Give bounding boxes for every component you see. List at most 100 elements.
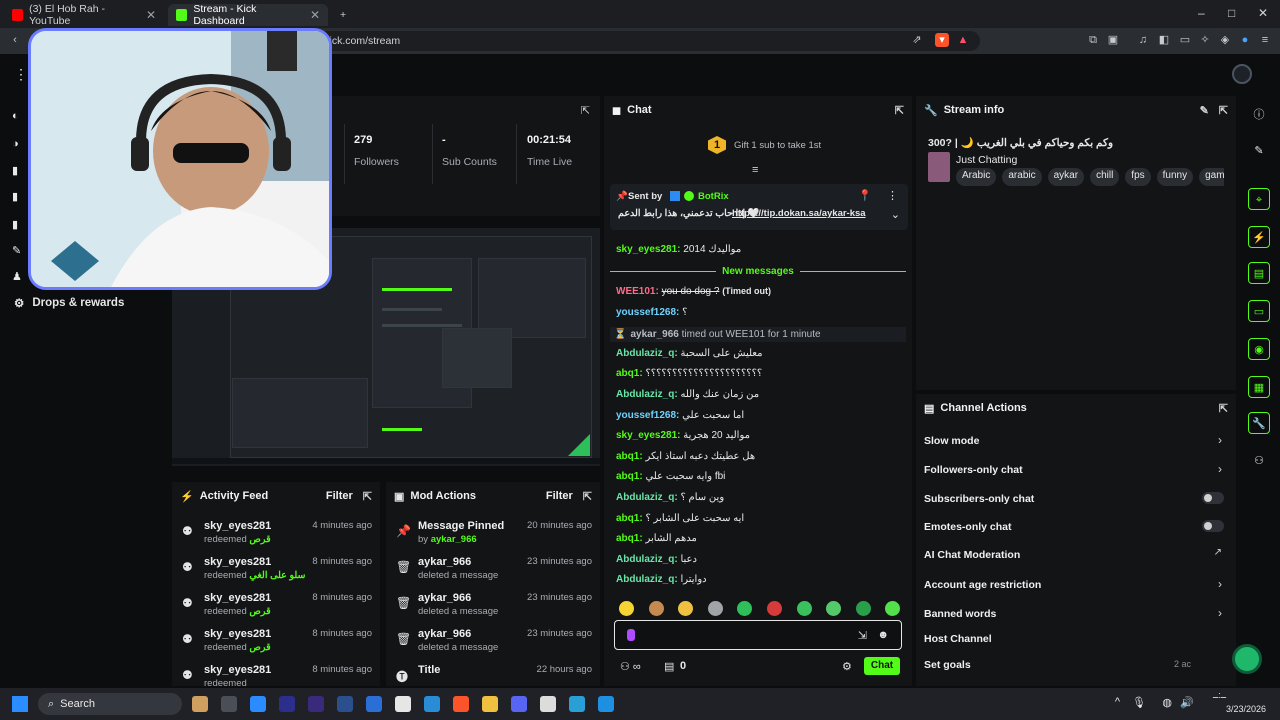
toggle-switch[interactable] [1202,492,1224,504]
share-icon[interactable]: ⇗ [910,33,924,47]
chevron-right-icon[interactable]: › [1218,577,1222,591]
chatgpt-icon[interactable] [395,696,411,712]
action-emotes-only-chat[interactable]: Emotes-only chat [924,521,1012,533]
chat-username[interactable]: Abdulaziz_q: [616,389,678,400]
tool-icon[interactable]: ✎ [12,244,21,257]
close-icon[interactable]: ✕ [146,8,156,22]
mod-filter-button[interactable]: Filter [546,490,573,502]
profile-icon[interactable]: ● [1238,33,1252,47]
activity-user[interactable]: sky_eyes281 [204,592,271,604]
browser-icon[interactable] [366,696,382,712]
pinned-link[interactable]: https://tip.dokan.sa/aykar-ksa [732,208,866,219]
emote-icon[interactable] [648,601,664,616]
discord-icon[interactable] [511,696,527,712]
screenshot-icon[interactable]: ▣ [1106,33,1120,47]
users-icon[interactable]: ⚇ ∞ [620,660,641,673]
chat-username[interactable]: abq1: [616,451,643,462]
action-account-age-restriction[interactable]: Account age restriction [924,579,1041,591]
action-ai-chat-moderation[interactable]: AI Chat Moderation [924,549,1020,561]
stream-icon[interactable]: ▮ [12,164,18,177]
brave-shield-icon[interactable]: ▾ [935,33,949,47]
more-icon[interactable]: ⋮ [887,189,898,202]
pen-icon[interactable]: ✎ [1248,140,1270,162]
chat-username[interactable]: Abdulaziz_q: [616,348,678,359]
external-link-icon[interactable]: ↗ [1214,547,1222,558]
vpn-icon[interactable]: ◈ [1218,33,1232,47]
action-host-channel[interactable]: Host Channel [924,633,992,645]
action-followers-only-chat[interactable]: Followers-only chat [924,464,1023,476]
rewards-icon[interactable]: ▲ [956,33,970,47]
tab-kick-dashboard[interactable]: Stream - Kick Dashboard ✕ [168,3,328,27]
video-icon[interactable]: ▮ [12,190,18,203]
avatar[interactable] [1232,64,1252,84]
info-icon[interactable]: ⓘ [1248,104,1270,126]
settings-icon[interactable] [250,696,266,712]
activity-user[interactable]: sky_eyes281 [204,664,271,676]
chat-username[interactable]: sky_eyes281: [616,430,681,441]
gift-sub-leaderboard[interactable]: 1 Gift 1 sub to take 1st [708,136,821,154]
app-icon[interactable] [598,696,614,712]
extensions-icon[interactable]: ⧉ [1086,33,1100,47]
chat-username[interactable]: abq1: [616,471,643,482]
home-icon[interactable]: ◐ [12,110,19,122]
popout-icon[interactable]: ⇱ [895,104,904,117]
emote-icon[interactable] [855,601,871,616]
stream-tag[interactable]: fps [1125,168,1151,186]
emote-icon[interactable] [619,601,634,616]
popout-icon[interactable]: ⇱ [581,104,590,117]
collapse-icon[interactable]: ≡ [752,164,758,176]
chat-username[interactable]: abq1: [616,368,643,379]
after-effects-icon[interactable] [279,696,295,712]
emote-picker-icon[interactable]: ⇲ [858,629,867,642]
smile-icon[interactable]: ☻ [877,629,889,641]
notepad-icon[interactable] [540,696,556,712]
notes-icon[interactable] [569,696,585,712]
emote-icon[interactable] [707,601,723,616]
activity-filter-button[interactable]: Filter [326,490,353,502]
chat-username[interactable]: abq1: [616,533,643,544]
activity-user[interactable]: sky_eyes281 [204,628,271,640]
focus-icon[interactable]: ⌖ [1248,188,1270,210]
close-icon[interactable]: ✕ [310,8,320,22]
chat-username[interactable]: youssef1268: [616,307,679,318]
hamburger-icon[interactable]: ⋮ [14,66,28,83]
chat-icon[interactable]: ▭ [1248,300,1270,322]
popout-icon[interactable]: ⇱ [583,490,592,503]
chat-input[interactable]: ⇲ ☻ [614,620,902,650]
activity-user[interactable]: sky_eyes281 [204,556,271,568]
chevron-down-icon[interactable]: ⌄ [891,208,900,221]
stream-tag[interactable]: funny [1156,168,1194,186]
edit-icon[interactable]: ✎ [1200,104,1209,117]
action-set-goals[interactable]: Set goals [924,659,971,671]
wifi-icon[interactable]: ◍ [1162,696,1172,709]
chat-username[interactable]: youssef1268: [616,410,679,421]
users-icon[interactable]: ⚇ [1248,450,1270,472]
chat-username[interactable]: WEE101: [616,286,659,297]
leo-icon[interactable]: ✧ [1198,33,1212,47]
emote-icon[interactable] [767,601,782,616]
community-icon[interactable]: ♟ [12,270,22,283]
windows-start-icon[interactable] [12,696,28,712]
doc-icon[interactable]: ▤ [1248,262,1270,284]
nav-drops-rewards[interactable]: ⚙ Drops & rewards [14,296,124,310]
chat-username[interactable]: Abdulaziz_q: [616,554,678,565]
explorer-icon[interactable] [221,696,237,712]
emote-icon[interactable] [796,601,812,616]
sidebar-icon[interactable]: ◧ [1157,33,1171,47]
taskbar-search[interactable]: ⌕ Search [38,693,182,715]
stream-tag[interactable]: arabic [1002,168,1042,186]
volume-icon[interactable]: 🔊 [1180,696,1194,709]
action-slow-mode[interactable]: Slow mode [924,435,979,447]
action-banned-words[interactable]: Banned words [924,608,996,620]
music-icon[interactable]: ♫ [1136,33,1150,47]
chevron-right-icon[interactable]: › [1218,462,1222,476]
chat-username[interactable]: Abdulaziz_q: [616,492,678,503]
brave-icon[interactable] [453,696,469,712]
menu-icon[interactable]: ≡ [1258,33,1272,47]
chat-send-button[interactable]: Chat [864,657,900,675]
pin-toggle-icon[interactable]: 📍 [858,189,872,202]
address-bar[interactable]: rd.kick.com/stream [300,31,980,51]
folder-icon[interactable] [482,696,498,712]
tab-youtube[interactable]: (3) El Hob Rah - YouTube ✕ [4,3,164,27]
widget-icon[interactable] [192,696,208,712]
